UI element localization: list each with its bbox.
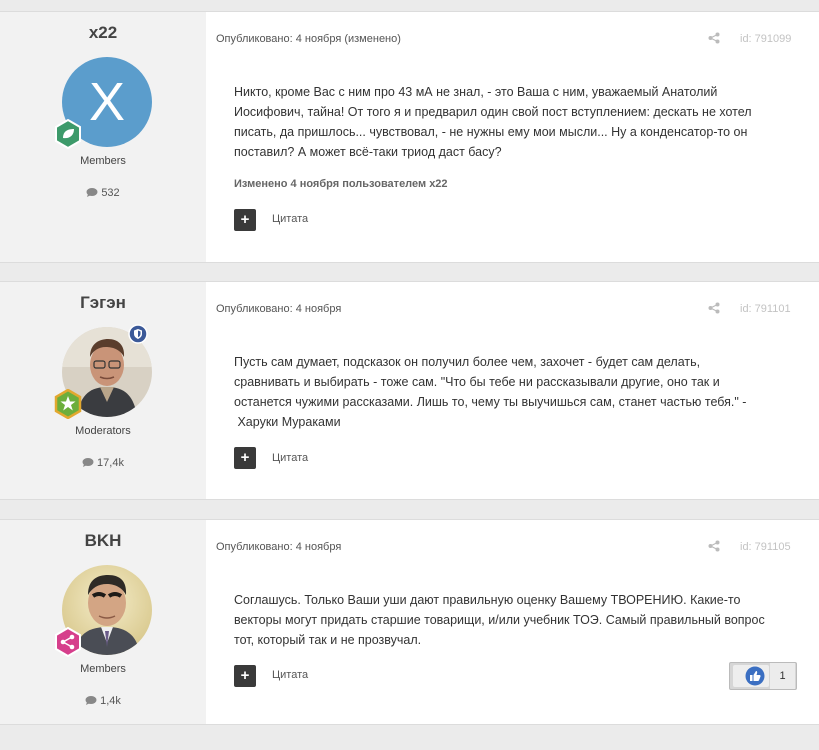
edited-note: Изменено 4 ноября пользователем x22 xyxy=(234,178,448,190)
quote-link[interactable]: Цитата xyxy=(272,452,308,464)
post-count-value: 1,4k xyxy=(100,695,121,707)
member-group: Members xyxy=(80,155,126,167)
comment-icon xyxy=(86,188,98,197)
post-count-value: 532 xyxy=(101,187,120,199)
share-icon[interactable] xyxy=(708,540,720,552)
quote-plus-button[interactable]: + xyxy=(234,665,256,687)
post-id: id: 791105 xyxy=(740,541,791,553)
post-count-value: 17,4k xyxy=(97,457,124,469)
post-count: 17,4k xyxy=(0,457,206,469)
moderator-shield-icon xyxy=(128,324,148,344)
content-line: Иосифович, тайна! От того я и предварил … xyxy=(234,105,752,119)
member-group: Members xyxy=(80,663,126,675)
author-name[interactable]: BKH xyxy=(0,531,206,551)
content-line: Никто, кроме Вас с ним про 43 мА не знал… xyxy=(234,85,718,99)
author-panel: Гэгэн Moderators 17,4k xyxy=(0,282,206,499)
post-791105: BKH Members 1,4k Опубликовано: 4 ноября … xyxy=(0,519,819,725)
post-date[interactable]: Опубликовано: 4 ноября xyxy=(216,303,341,315)
content-line: поставил? А может всё-таки триод даст ба… xyxy=(234,145,502,159)
content-line: сравнивать и выбирать - тоже сам. "Что б… xyxy=(234,375,720,389)
rank-badge-icon xyxy=(53,388,83,420)
content-line: векторы могут придать старшие товарищи, … xyxy=(234,613,765,627)
quote-plus-button[interactable]: + xyxy=(234,447,256,469)
reaction-button[interactable]: 1 xyxy=(729,662,797,690)
author-panel: BKH Members 1,4k xyxy=(0,520,206,724)
content-line: тот, который так и не прозвучал. xyxy=(234,633,422,647)
post-count: 1,4k xyxy=(0,695,206,707)
comment-icon xyxy=(85,696,97,705)
share-icon[interactable] xyxy=(708,302,720,314)
reaction-count: 1 xyxy=(770,663,795,689)
post-791099: x22 X Members 532 Опубликовано: 4 ноября… xyxy=(0,11,819,263)
comment-icon xyxy=(82,458,94,467)
avatar-letter: X xyxy=(89,72,125,132)
member-group: Moderators xyxy=(75,425,131,437)
author-name[interactable]: x22 xyxy=(0,23,206,43)
rank-badge-icon xyxy=(53,118,83,150)
post-id: id: 791101 xyxy=(740,303,791,315)
post-791101: Гэгэн Moderators 17,4k Опубликовано: 4 н… xyxy=(0,281,819,500)
post-count: 532 xyxy=(0,187,206,199)
post-id: id: 791099 xyxy=(740,33,792,45)
content-line: останется чужими рассказами. Лишь то, че… xyxy=(234,395,747,409)
post-date[interactable]: Опубликовано: 4 ноября xyxy=(216,541,341,553)
like-icon xyxy=(745,666,765,686)
content-line: писать, да пришлось... чувствовал, - не … xyxy=(234,125,748,139)
author-name[interactable]: Гэгэн xyxy=(0,293,206,313)
quote-link[interactable]: Цитата xyxy=(272,669,308,681)
share-icon[interactable] xyxy=(708,32,720,44)
author-panel: x22 X Members 532 xyxy=(0,12,206,262)
post-content: Соглашусь. Только Ваши уши дают правильн… xyxy=(234,590,800,650)
content-line: Пусть сам думает, подсказок он получил б… xyxy=(234,355,701,369)
rank-badge-icon xyxy=(53,626,83,658)
content-line: Харуки Мураками xyxy=(234,415,341,429)
post-content: Никто, кроме Вас с ним про 43 мА не знал… xyxy=(234,82,800,162)
post-date[interactable]: Опубликовано: 4 ноября (изменено) xyxy=(216,33,401,45)
post-content: Пусть сам думает, подсказок он получил б… xyxy=(234,352,800,432)
quote-plus-button[interactable]: + xyxy=(234,209,256,231)
content-line: Соглашусь. Только Ваши уши дают правильн… xyxy=(234,593,741,607)
quote-link[interactable]: Цитата xyxy=(272,213,308,225)
